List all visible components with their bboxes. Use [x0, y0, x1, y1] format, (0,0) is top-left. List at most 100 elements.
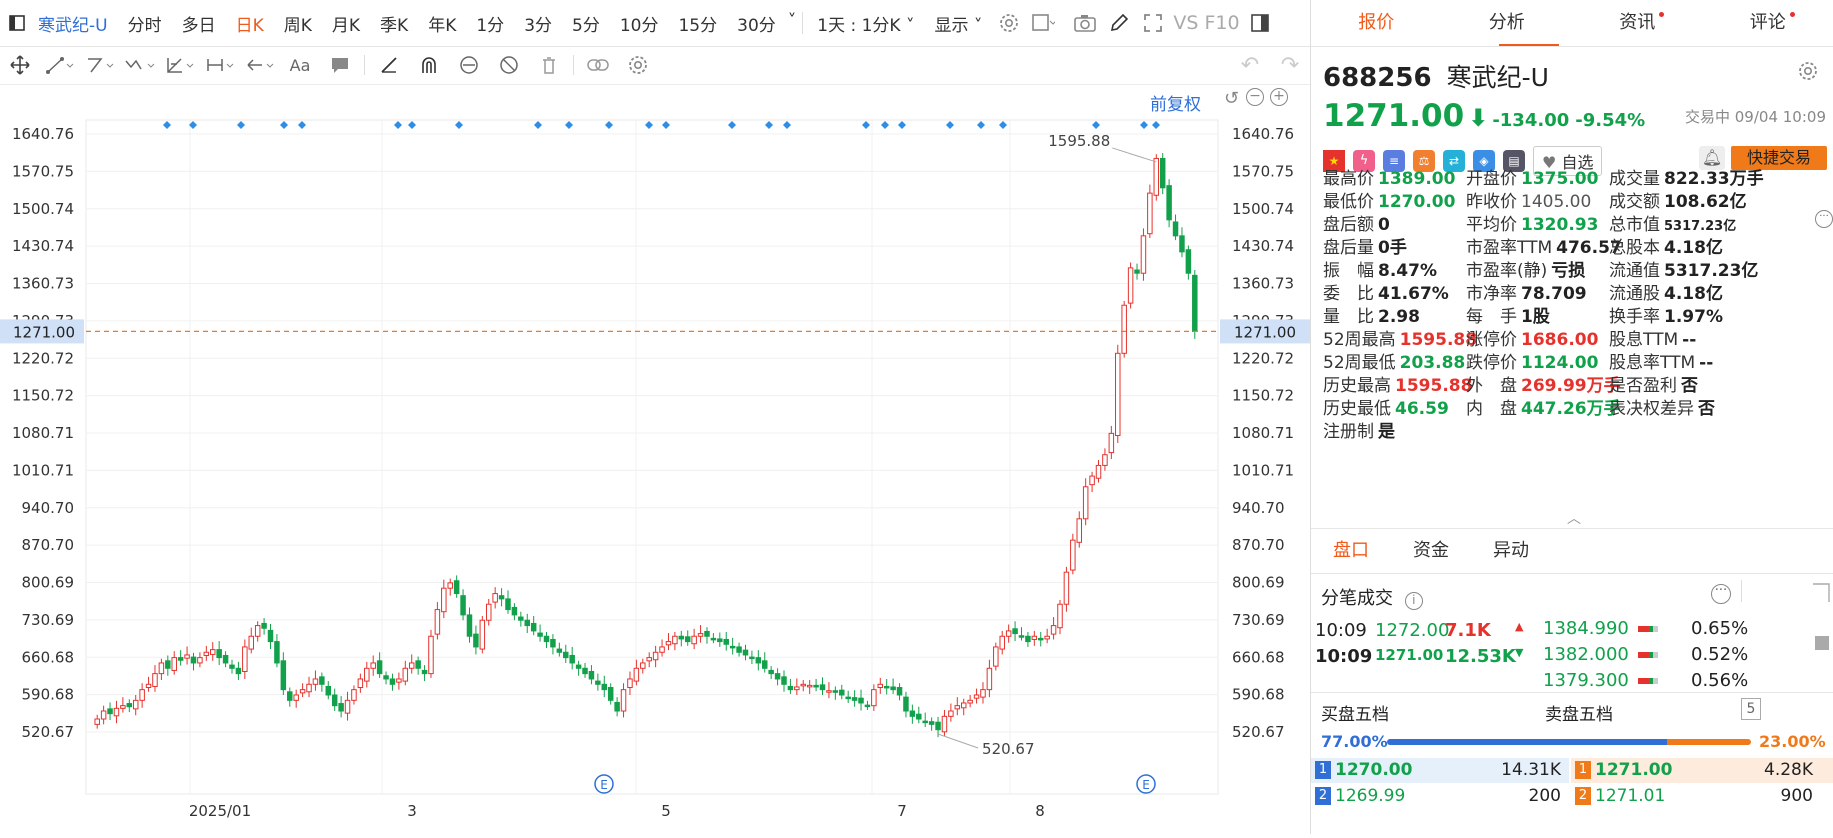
tab-comments[interactable]: 评论: [1703, 0, 1833, 46]
checkbox-icon[interactable]: [1030, 10, 1056, 36]
tab-capital[interactable]: 资金: [1391, 529, 1471, 573]
stock-name-tab[interactable]: 寒武纪-U: [34, 11, 118, 36]
ruler-icon[interactable]: [369, 50, 409, 80]
quote-field: 历史最高1595.88: [1323, 371, 1472, 396]
move-icon[interactable]: [0, 50, 40, 80]
tab-analysis[interactable]: 分析: [1442, 0, 1573, 46]
scrollbar[interactable]: [1815, 636, 1829, 650]
polyline-icon[interactable]: [80, 50, 120, 80]
period-tab-8[interactable]: 3分: [514, 11, 562, 36]
sidebar-toggle-icon[interactable]: [4, 10, 30, 36]
event-diamond: [999, 121, 1007, 129]
vs-button[interactable]: VS: [1170, 12, 1201, 34]
tab-alerts[interactable]: 异动: [1471, 529, 1551, 573]
period-tab-6[interactable]: 年K: [418, 11, 466, 36]
panel-slide-icon[interactable]: [1809, 582, 1833, 604]
period-tab-11[interactable]: 15分: [668, 11, 727, 36]
candle-body: [313, 679, 317, 684]
period-tab-0[interactable]: 分时: [118, 11, 172, 36]
panel-toggle-icon[interactable]: [1247, 10, 1273, 36]
buy-book-title: 买盘五档: [1321, 700, 1389, 725]
field-label: 股息率TTM: [1609, 353, 1695, 373]
tick-row: 10:091271.010.96K▲: [1311, 612, 1541, 620]
sell-level-row[interactable]: 11271.004.28K: [1571, 758, 1833, 783]
camera-icon[interactable]: [1072, 10, 1098, 36]
draw-settings-icon[interactable]: [618, 50, 658, 80]
period-tab-3[interactable]: 周K: [274, 11, 322, 36]
candle-body: [146, 684, 150, 687]
redo-icon[interactable]: ↷: [1270, 50, 1310, 80]
zoom-out-icon[interactable]: −: [1246, 88, 1264, 106]
trash-icon[interactable]: [529, 50, 569, 80]
candle-body: [884, 686, 888, 688]
market-cap-more-icon[interactable]: ···: [1815, 210, 1833, 228]
buy-level-row[interactable]: 11270.0014.31K: [1311, 758, 1569, 783]
period-tab-2[interactable]: 日K: [226, 11, 274, 36]
arrow-icon[interactable]: [240, 50, 280, 80]
tick-volume: 0.96K: [1445, 612, 1503, 615]
period-tab-12[interactable]: 30分: [727, 11, 786, 36]
period-tab-4[interactable]: 月K: [322, 11, 370, 36]
tick-price: 1272.00: [1375, 620, 1449, 641]
book-levels-button[interactable]: 5: [1741, 698, 1761, 720]
display-select[interactable]: 显示 ˅: [925, 11, 993, 36]
comment-icon[interactable]: [320, 50, 360, 80]
buy-level-row[interactable]: 21269.99200: [1311, 784, 1569, 809]
intraday-row: 1382.0000.52%: [1543, 644, 1813, 670]
kline-svg[interactable]: 1640.761640.761570.751570.751500.741500.…: [0, 84, 1310, 834]
magnet-icon[interactable]: [409, 50, 449, 80]
undo-icon[interactable]: ↶: [1230, 50, 1270, 80]
chart-panel: 寒武纪-U 分时多日日K周K月K季K年K1分3分5分10分15分30分˅ 1天 …: [0, 0, 1311, 834]
candle-body: [673, 636, 677, 643]
period-tab-10[interactable]: 10分: [610, 11, 669, 36]
sell-level-row[interactable]: 21271.01900: [1571, 784, 1833, 809]
candle-body: [737, 647, 741, 652]
wave-icon[interactable]: [120, 50, 160, 80]
lock-draw-icon[interactable]: [449, 50, 489, 80]
candle-body: [1128, 268, 1132, 303]
candle-body: [583, 668, 587, 673]
zoom-in-icon[interactable]: +: [1270, 88, 1288, 106]
info-icon[interactable]: i: [1405, 592, 1423, 610]
link-icon[interactable]: [578, 50, 618, 80]
x-tick-label: 7: [897, 802, 907, 820]
period-tab-5[interactable]: 季K: [370, 11, 418, 36]
candle-body: [608, 688, 612, 701]
fibonacci-icon[interactable]: [160, 50, 200, 80]
range-select[interactable]: 1天 : 1分K ˅: [807, 11, 924, 36]
tab-orderbook[interactable]: 盘口: [1311, 529, 1391, 573]
more-icon[interactable]: ···: [1711, 584, 1731, 604]
candle-body: [236, 668, 240, 673]
period-tab-9[interactable]: 5分: [562, 11, 610, 36]
field-value: 1124.00: [1521, 353, 1598, 373]
tab-quote[interactable]: 报价: [1311, 0, 1442, 46]
candle-body: [872, 690, 876, 706]
quote-field: 量 比2.98: [1323, 302, 1420, 327]
fullscreen-icon[interactable]: [1140, 10, 1166, 36]
period-more-chevron-icon[interactable]: ˅: [786, 11, 799, 36]
quote-field: 盘后量0手: [1323, 233, 1407, 258]
y-tick-left: 870.70: [22, 536, 75, 554]
field-label: 历史最低: [1323, 399, 1391, 419]
divider: [1311, 692, 1833, 693]
hide-icon[interactable]: [489, 50, 529, 80]
period-tab-7[interactable]: 1分: [466, 11, 514, 36]
candle-body: [621, 690, 625, 711]
kline-chart[interactable]: 1640.761640.761570.751570.751500.741500.…: [0, 84, 1310, 834]
f10-button[interactable]: F10: [1201, 12, 1242, 34]
reset-icon[interactable]: ↺: [1224, 88, 1239, 109]
measure-icon[interactable]: [200, 50, 240, 80]
y-tick-right: 870.70: [1232, 536, 1285, 554]
tab-news[interactable]: 资讯: [1572, 0, 1703, 46]
gear-icon[interactable]: [1797, 60, 1819, 86]
trendline-icon[interactable]: [40, 50, 80, 80]
pencil-icon[interactable]: [1106, 10, 1132, 36]
ticks-list[interactable]: 10:091271.010.96K▲10:091272.007.1K▲10:09…: [1311, 612, 1833, 690]
candle-body: [133, 700, 137, 709]
text-icon[interactable]: Aa: [280, 50, 320, 80]
adjust-label[interactable]: 前复权: [1150, 90, 1201, 115]
period-tab-1[interactable]: 多日: [172, 11, 226, 36]
settings-icon[interactable]: [996, 10, 1022, 36]
collapse-chevron-icon[interactable]: ︿: [1567, 508, 1581, 528]
active-tab-underline: [1499, 44, 1559, 46]
